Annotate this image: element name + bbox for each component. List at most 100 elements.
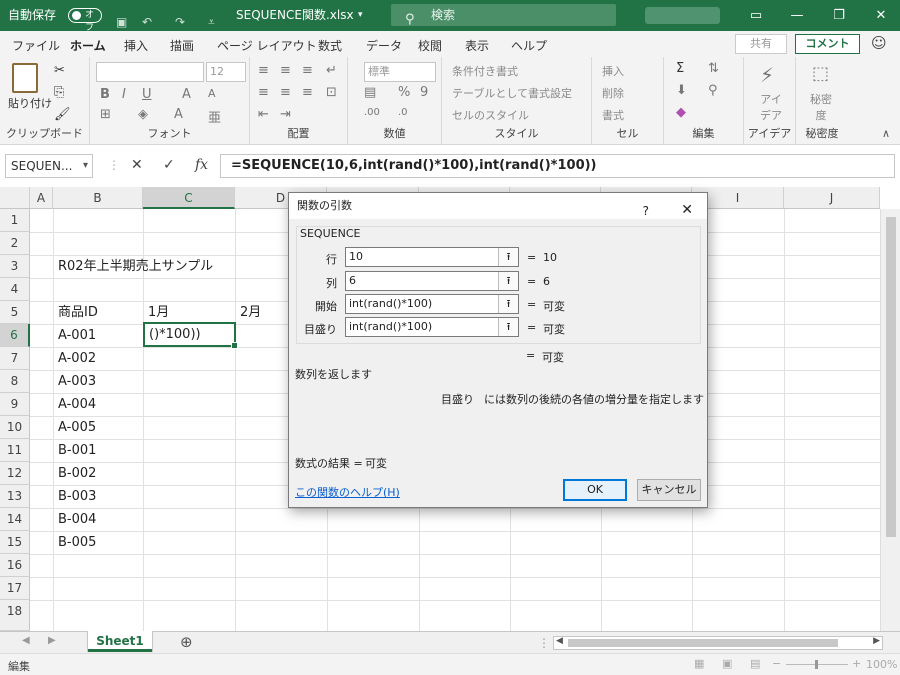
row-header-1[interactable]: 1: [0, 209, 30, 232]
row-header-8[interactable]: 8: [0, 370, 30, 393]
cancel-button[interactable]: キャンセル: [637, 479, 701, 501]
row-header-5[interactable]: 5: [0, 301, 30, 324]
autosave-toggle[interactable]: オフ: [68, 8, 102, 33]
col-header-a[interactable]: A: [30, 187, 53, 209]
cell-id[interactable]: B-001: [53, 439, 96, 462]
cell-styles-button[interactable]: セルのスタイル: [452, 107, 529, 123]
tab-draw[interactable]: 描画: [170, 37, 194, 54]
cell-id[interactable]: A-003: [53, 370, 96, 393]
merge-icon[interactable]: ⊡: [326, 85, 337, 100]
cancel-entry-icon[interactable]: ✕: [131, 157, 143, 173]
underline-icon[interactable]: U: [142, 87, 152, 102]
bold-icon[interactable]: B: [100, 87, 110, 102]
active-cell-c6[interactable]: ()*100)): [143, 322, 238, 349]
align-bottom-icon[interactable]: ≡: [302, 63, 313, 78]
row-header-10[interactable]: 10: [0, 416, 30, 439]
restore-ribbon-icon[interactable]: ▭: [739, 0, 773, 31]
format-as-table-button[interactable]: テーブルとして書式設定: [452, 85, 572, 101]
align-center-icon[interactable]: ≡: [280, 85, 291, 100]
filename-caret[interactable]: ▾: [358, 0, 363, 31]
function-help-link[interactable]: この関数のヘルプ(H): [295, 484, 400, 500]
cell-d5-header[interactable]: 2月: [235, 301, 261, 324]
cell-id[interactable]: A-004: [53, 393, 96, 416]
name-box[interactable]: SEQUEN...: [5, 154, 93, 178]
vertical-scroll-thumb[interactable]: [886, 217, 896, 537]
delete-cells-button[interactable]: 削除: [602, 85, 624, 101]
row-header-9[interactable]: 9: [0, 393, 30, 416]
row-header-2[interactable]: 2: [0, 232, 30, 255]
search-box[interactable]: ⚲ 検索: [391, 4, 616, 27]
col-header-b[interactable]: B: [53, 187, 143, 209]
row-header-18[interactable]: 18: [0, 600, 30, 631]
zoom-slider-thumb[interactable]: [815, 660, 818, 669]
copy-icon[interactable]: ⎘: [54, 85, 64, 100]
normal-view-icon[interactable]: ▦: [694, 657, 704, 670]
prev-sheet-icon[interactable]: ◀: [22, 635, 30, 646]
tab-split-grip[interactable]: ⋮: [538, 636, 550, 650]
arg-input-rows[interactable]: 10: [345, 247, 519, 267]
row-header-17[interactable]: 17: [0, 577, 30, 600]
tab-insert[interactable]: 挿入: [124, 37, 148, 54]
wrap-text-icon[interactable]: ↵: [326, 63, 337, 78]
feedback-smile-icon[interactable]: ☺: [871, 34, 887, 52]
user-account[interactable]: [645, 7, 720, 24]
italic-icon[interactable]: I: [122, 87, 126, 102]
row-header-14[interactable]: 14: [0, 508, 30, 531]
arg-input-columns[interactable]: 6: [345, 271, 519, 291]
arg-collapse-icon[interactable]: ⭱: [498, 295, 518, 313]
horizontal-scrollbar[interactable]: ◀ ▶: [553, 636, 883, 650]
page-layout-view-icon[interactable]: ▣: [722, 657, 732, 670]
sheet-tab-sheet1[interactable]: Sheet1: [88, 631, 152, 652]
insert-function-icon[interactable]: fx: [195, 157, 208, 173]
enter-entry-icon[interactable]: ✓: [163, 157, 175, 173]
sensitivity-button[interactable]: 秘密 度: [808, 91, 834, 123]
minimize-icon[interactable]: —: [780, 0, 814, 31]
font-shrink-icon[interactable]: A: [208, 87, 216, 100]
cell-c5-header[interactable]: 1月: [143, 301, 169, 324]
row-header-13[interactable]: 13: [0, 485, 30, 508]
dialog-help-icon[interactable]: ?: [643, 198, 649, 224]
find-icon[interactable]: ⚲: [708, 83, 718, 98]
indent-decrease-icon[interactable]: ⇤: [258, 107, 269, 122]
align-left-icon[interactable]: ≡: [258, 85, 269, 100]
phonetic-icon[interactable]: 亜: [208, 107, 221, 126]
next-sheet-icon[interactable]: ▶: [48, 635, 56, 646]
zoom-level[interactable]: 100%: [866, 658, 897, 671]
comma-icon[interactable]: 9: [420, 85, 428, 100]
cell-id[interactable]: B-004: [53, 508, 96, 531]
arg-input-step[interactable]: int(rand()*100): [345, 317, 519, 337]
arg-collapse-icon[interactable]: ⭱: [498, 272, 518, 290]
font-color-icon[interactable]: A: [174, 107, 183, 122]
row-header-12[interactable]: 12: [0, 462, 30, 485]
insert-cells-button[interactable]: 挿入: [602, 63, 624, 79]
cell-b3-title[interactable]: R02年上半期売上サンプル: [53, 255, 213, 278]
row-header-11[interactable]: 11: [0, 439, 30, 462]
arg-collapse-icon[interactable]: ⭱: [498, 318, 518, 336]
collapse-ribbon-icon[interactable]: ∧: [882, 127, 890, 140]
select-all-corner[interactable]: [0, 187, 30, 209]
formula-input[interactable]: =SEQUENCE(10,6,int(rand()*100),int(rand(…: [220, 154, 895, 178]
autosum-icon[interactable]: Σ: [676, 61, 684, 76]
col-header-j[interactable]: J: [784, 187, 880, 209]
horizontal-scroll-thumb[interactable]: [568, 639, 838, 647]
share-button[interactable]: 共有: [735, 34, 787, 54]
sensitivity-icon[interactable]: ⬚: [812, 63, 829, 84]
ideas-button[interactable]: アイ デア: [758, 91, 784, 123]
row-header-16[interactable]: 16: [0, 554, 30, 577]
font-grow-icon[interactable]: A: [182, 87, 191, 102]
cell-id[interactable]: B-002: [53, 462, 96, 485]
paste-button[interactable]: 貼り付け: [8, 95, 52, 111]
fill-color-icon[interactable]: ◈: [138, 107, 148, 122]
number-format-box[interactable]: 標準: [364, 62, 436, 82]
row-header-15[interactable]: 15: [0, 531, 30, 554]
sort-filter-icon[interactable]: ⇅: [708, 61, 719, 76]
dialog-close-icon[interactable]: ✕: [681, 197, 693, 223]
align-middle-icon[interactable]: ≡: [280, 63, 291, 78]
fill-icon[interactable]: ⬇: [676, 83, 687, 98]
row-header-3[interactable]: 3: [0, 255, 30, 278]
zoom-out-icon[interactable]: −: [772, 657, 781, 670]
tab-formulas[interactable]: 数式: [318, 37, 342, 54]
row-header-6[interactable]: 6: [0, 324, 30, 347]
scroll-left-icon[interactable]: ◀: [556, 636, 563, 646]
paste-icon[interactable]: [12, 63, 38, 93]
